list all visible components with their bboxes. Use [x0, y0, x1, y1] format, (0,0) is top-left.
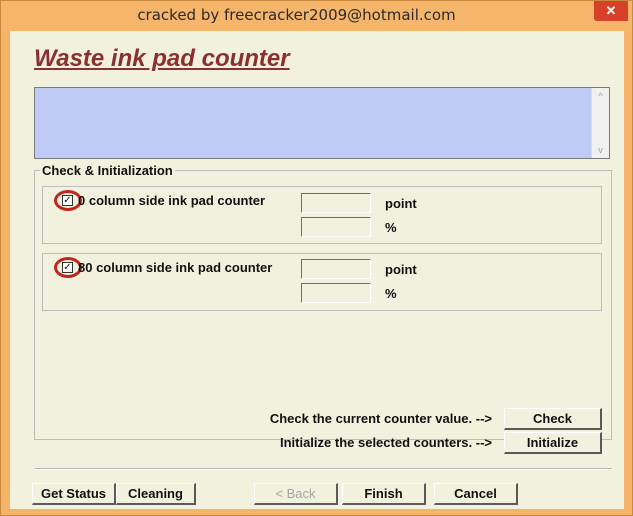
- cleaning-button[interactable]: Cleaning: [116, 483, 196, 505]
- counter-80-percent-field[interactable]: [301, 283, 371, 303]
- counter-0-percent-field[interactable]: [301, 217, 371, 237]
- dialog-body: Waste ink pad counter ^ v Check & Initia…: [10, 31, 624, 509]
- initialize-hint-text: Initialize the selected counters. -->: [279, 435, 492, 450]
- check-button[interactable]: Check: [504, 408, 602, 430]
- scroll-down-icon[interactable]: v: [592, 145, 609, 155]
- check-hint-text: Check the current counter value. -->: [269, 411, 492, 426]
- info-scrollbar[interactable]: ^ v: [591, 88, 609, 158]
- finish-button[interactable]: Finish: [342, 483, 426, 505]
- back-button[interactable]: < Back: [254, 483, 338, 505]
- scroll-up-icon[interactable]: ^: [592, 91, 609, 101]
- info-textbox[interactable]: ^ v: [34, 87, 610, 159]
- counter-80-percent-unit: %: [385, 286, 397, 301]
- group-title: Check & Initialization: [40, 163, 175, 178]
- counter-0-point-field[interactable]: [301, 193, 371, 213]
- cancel-button[interactable]: Cancel: [434, 483, 518, 505]
- get-status-button[interactable]: Get Status: [32, 483, 116, 505]
- close-icon: ✕: [605, 3, 617, 18]
- window-title: cracked by freecracker2009@hotmail.com: [137, 6, 456, 24]
- footer-divider: [34, 468, 612, 470]
- application-window: cracked by freecracker2009@hotmail.com ✕…: [0, 0, 633, 516]
- close-button[interactable]: ✕: [594, 1, 628, 21]
- counter-0-point-unit: point: [385, 196, 417, 211]
- initialize-button[interactable]: Initialize: [504, 432, 602, 454]
- counter-80-label: 80 column side ink pad counter: [78, 260, 273, 275]
- page-title: Waste ink pad counter: [34, 45, 290, 72]
- counter-0-label: 0 column side ink pad counter: [78, 193, 266, 208]
- title-bar[interactable]: cracked by freecracker2009@hotmail.com ✕: [1, 1, 632, 31]
- counter-80-point-unit: point: [385, 262, 417, 277]
- counter-0-percent-unit: %: [385, 220, 397, 235]
- counter-80-point-field[interactable]: [301, 259, 371, 279]
